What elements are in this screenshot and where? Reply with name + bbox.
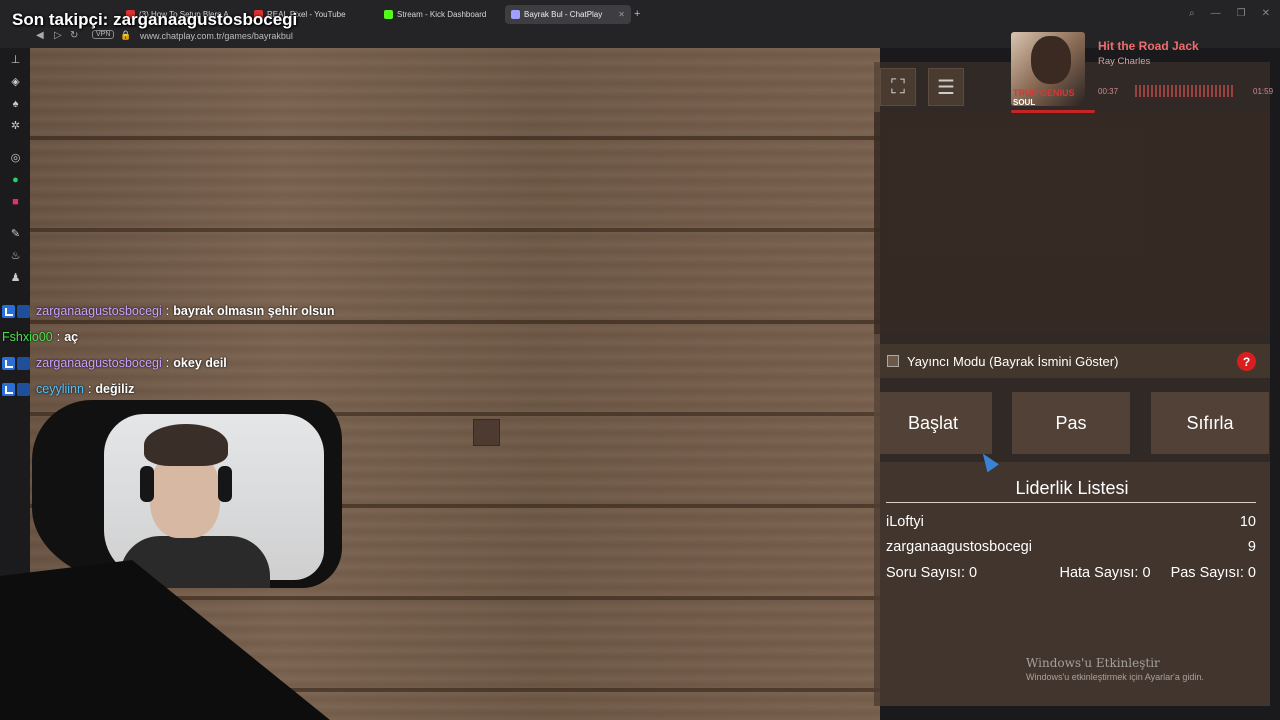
chat-username: Fshxio00 xyxy=(2,330,53,344)
pass-count: Pas Sayısı: 0 xyxy=(1170,565,1256,581)
sub-badge-icon xyxy=(17,382,30,396)
flag-display-area xyxy=(874,112,1270,334)
plus-icon[interactable]: + xyxy=(634,8,640,20)
chat-separator: : xyxy=(56,330,61,344)
song-title: Hit the Road Jack xyxy=(1098,39,1199,53)
notes-button[interactable]: ☰ xyxy=(928,68,964,106)
chat-username: zarganaagustosbocegi xyxy=(36,356,162,370)
chat-message: ceyyliinn : değiliz xyxy=(2,376,334,402)
kick-badge-icon xyxy=(2,356,15,370)
headset-icon xyxy=(140,466,154,502)
tab-chatplay[interactable]: Bayrak Bul - ChatPlay ✕ xyxy=(505,5,631,24)
chat-text: okey deil xyxy=(173,356,227,370)
chat-separator: : xyxy=(87,382,92,396)
flame-icon[interactable]: ♨ xyxy=(9,250,22,263)
song-progress-bar xyxy=(1011,110,1095,113)
lock-icon: 🔒 xyxy=(120,30,132,40)
tab-label: Stream - Kick Dashboard xyxy=(397,10,487,19)
streamer-hair xyxy=(144,424,228,466)
help-button[interactable]: ? xyxy=(1237,352,1256,371)
kick-badge-icon xyxy=(2,304,15,318)
search-icon[interactable]: ⌕ xyxy=(1189,8,1195,19)
chatplay-icon xyxy=(511,10,520,19)
url-field[interactable]: www.chatplay.com.tr/games/bayrakbul xyxy=(140,31,293,41)
chat-text: değiliz xyxy=(95,382,135,396)
chat-text: aç xyxy=(64,330,79,344)
vpn-badge[interactable]: VPN xyxy=(92,30,115,39)
sub-badge-icon xyxy=(17,356,30,370)
divider xyxy=(886,502,1256,503)
chat-message: zarganaagustosbocegi : okey deil xyxy=(2,350,334,376)
reset-button[interactable]: Sıfırla xyxy=(1151,392,1269,454)
streamer-mode-label: Yayıncı Modu (Bayrak İsmini Göster) xyxy=(907,353,1119,369)
instagram-icon[interactable]: ■ xyxy=(9,196,22,209)
chat-message: Fshxio00 : aç xyxy=(2,324,334,350)
flag-image xyxy=(473,419,500,446)
fullscreen-button[interactable]: ⛶ xyxy=(880,68,916,106)
restore-icon[interactable]: ❐ xyxy=(1237,8,1246,19)
chat-text: bayrak olmasın şehir olsun xyxy=(173,304,335,318)
settings-icon[interactable]: ✲ xyxy=(9,120,22,133)
close-window-icon[interactable]: ✕ xyxy=(1262,8,1270,19)
chat-username: zarganaagustosbocegi xyxy=(36,304,162,318)
chat-username: ceyyliinn xyxy=(36,382,84,396)
panel-toolbar: ⛶ ☰ xyxy=(880,68,964,106)
chat-overlay: zarganaagustosbocegi : bayrak olmasın şe… xyxy=(2,298,334,402)
game-stats: Soru Sayısı: 0 Hata Sayısı: 0 Pas Sayısı… xyxy=(886,565,1256,581)
album-subtitle-text: SOUL xyxy=(1013,98,1036,107)
question-count: Soru Sayısı: 0 xyxy=(886,565,978,581)
player-name: zarganaagustosbocegi xyxy=(886,539,1032,555)
chat-separator: : xyxy=(165,356,170,370)
leaderboard-title: Liderlik Listesi xyxy=(1015,478,1129,498)
chat-separator: : xyxy=(165,304,170,318)
bell-icon[interactable]: ♠ xyxy=(9,98,22,111)
expand-icon: ⛶ xyxy=(891,75,905,98)
pass-button[interactable]: Pas xyxy=(1012,392,1130,454)
total-time: 01:59 xyxy=(1253,87,1274,96)
album-art: TRUE GENIUS SOUL xyxy=(1011,32,1085,107)
reload-icon[interactable]: ↻ xyxy=(70,30,78,41)
watermark-title: Windows'u Etkinleştir xyxy=(1026,656,1160,670)
window-controls: ⌕ — ❐ ✕ xyxy=(1189,8,1270,19)
tab-kick[interactable]: Stream - Kick Dashboard xyxy=(378,5,502,24)
back-icon[interactable]: ◀ xyxy=(36,30,44,41)
close-tab-icon[interactable]: ✕ xyxy=(618,10,625,19)
windows-activation-watermark: Windows'u Etkinleştir Windows'u etkinleş… xyxy=(1026,656,1204,682)
leaderboard-row: iLoftyi 10 xyxy=(886,514,1256,534)
forward-icon[interactable]: ▷ xyxy=(54,30,62,41)
elapsed-time: 00:37 xyxy=(1098,87,1119,96)
now-playing-widget: TRUE GENIUS SOUL Hit the Road Jack Ray C… xyxy=(1005,28,1280,118)
webcam-frame xyxy=(32,400,342,588)
start-button[interactable]: Başlat xyxy=(874,392,992,454)
headset-icon xyxy=(218,466,232,502)
player-score: 9 xyxy=(1247,539,1256,555)
whatsapp-icon[interactable]: ● xyxy=(9,174,22,187)
globe-icon[interactable]: ◎ xyxy=(9,152,22,165)
latest-follower: Son takipçi: zarganaagustosbocegi xyxy=(12,10,298,29)
tool-icon[interactable]: ✎ xyxy=(9,228,22,241)
kick-badge-icon xyxy=(2,382,15,396)
sub-badge-icon xyxy=(17,304,30,318)
song-artist: Ray Charles xyxy=(1098,56,1151,67)
compass-icon[interactable]: ◈ xyxy=(9,76,22,89)
streamer-mode-checkbox[interactable] xyxy=(887,355,899,367)
waveform xyxy=(1135,85,1235,97)
leaderboard: Liderlik Listesi iLoftyi 10 zarganaagust… xyxy=(874,462,1270,706)
pin-icon[interactable]: ⊥ xyxy=(9,54,22,67)
error-count: Hata Sayısı: 0 xyxy=(1059,565,1151,581)
bag-icon[interactable]: ♟ xyxy=(9,272,22,285)
minimize-icon[interactable]: — xyxy=(1211,8,1221,19)
leaderboard-row: zarganaagustosbocegi 9 xyxy=(886,539,1256,559)
album-title-text: TRUE GENIUS xyxy=(1013,88,1075,98)
watermark-subtitle: Windows'u etkinleştirmek için Ayarlar'a … xyxy=(1026,672,1204,682)
document-icon: ☰ xyxy=(937,76,955,99)
chat-message: zarganaagustosbocegi : bayrak olmasın şe… xyxy=(2,298,334,324)
player-name: iLoftyi xyxy=(886,514,924,530)
tab-label: Bayrak Bul - ChatPlay xyxy=(524,10,603,19)
streamer-mode-row: Yayıncı Modu (Bayrak İsmini Göster) ? xyxy=(874,344,1270,378)
player-score: 10 xyxy=(1239,514,1256,530)
kick-icon xyxy=(384,10,393,19)
album-portrait xyxy=(1031,36,1071,84)
